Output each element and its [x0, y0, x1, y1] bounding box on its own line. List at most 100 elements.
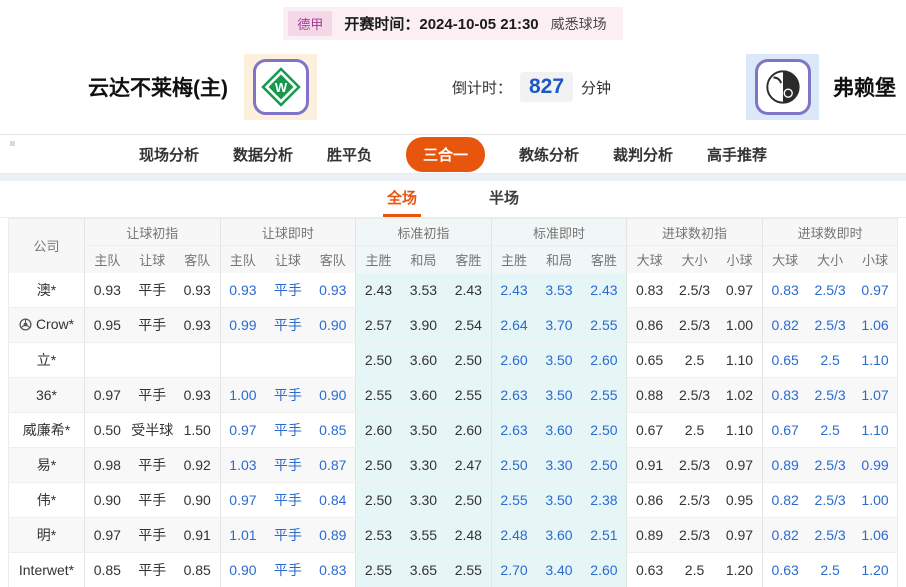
company-name: 明* [36, 527, 57, 543]
sub-header: 大小 [807, 245, 853, 273]
sub-header: 大球 [761, 245, 808, 273]
company-cell[interactable]: 易* [8, 447, 85, 483]
tab-referee-analysis[interactable]: 裁判分析 [613, 144, 673, 165]
odds-table: 公司 让球初指 让球即时 标准初指 标准即时 进球数初指 进球数即时 主队 让球 客队 主队 让球 客队… [8, 218, 899, 587]
odds-cell: 1.20 [717, 552, 763, 587]
tab-three-in-one[interactable]: 三合一 [405, 136, 485, 172]
odds-cell: 2.50 [490, 447, 537, 483]
venue-label: 威悉球场 [550, 15, 607, 32]
odds-cell: 1.03 [219, 447, 266, 483]
tab-full-time[interactable]: 全场 [382, 187, 421, 217]
odds-cell: 0.89 [310, 517, 356, 553]
odds-cell: 2.50 [581, 447, 627, 483]
kickoff-label: 开赛时间： [344, 16, 420, 33]
odds-cell: 2.5/3 [671, 447, 718, 483]
odds-cell: 0.50 [83, 412, 130, 448]
odds-cell: 2.55 [355, 552, 401, 587]
odds-cell: 3.60 [400, 342, 446, 378]
odds-cell: 0.97 [83, 517, 130, 553]
odds-cell: 0.90 [310, 307, 356, 343]
odds-cell: 1.00 [717, 307, 763, 343]
company-cell[interactable]: 伟* [8, 482, 85, 518]
odds-cell: 0.86 [626, 482, 672, 518]
odds-cell: 2.50 [355, 447, 401, 483]
odds-cell: 2.5/3 [807, 517, 853, 553]
odds-cell: 2.5 [807, 342, 853, 378]
odds-cell: 平手 [265, 482, 311, 518]
match-info-inner: 德甲 开赛时间：2024-10-05 21:30 威悉球场 [283, 7, 623, 40]
odds-cell: 2.5/3 [807, 447, 853, 483]
odds-cell: 2.60 [581, 552, 627, 587]
company-name: 立* [36, 352, 57, 368]
tab-expert-picks[interactable]: 高手推荐 [707, 144, 767, 165]
odds-cell: 0.65 [626, 342, 672, 378]
odds-cell: 3.50 [400, 412, 446, 448]
tab-win-draw-lose[interactable]: 胜平负 [327, 144, 372, 165]
countdown-label: 倒计时： [451, 79, 512, 97]
tab-coach-analysis[interactable]: 教练分析 [519, 144, 579, 165]
odds-cell: 2.5 [671, 552, 718, 587]
company-column-header: 公司 [8, 218, 85, 273]
odds-cell: 1.06 [852, 517, 898, 553]
company-cell[interactable]: 澳* [8, 272, 85, 308]
league-badge: 德甲 [288, 11, 333, 36]
odds-cell: 平手 [265, 377, 311, 413]
odds-cell: 2.5 [671, 342, 718, 378]
odds-cell: 0.93 [174, 272, 221, 308]
odds-cell: 0.93 [83, 272, 130, 308]
odds-cell: 3.70 [536, 307, 582, 343]
company-name: 36* [35, 387, 58, 403]
odds-cell: 1.10 [717, 342, 763, 378]
company-name: 澳* [36, 281, 57, 298]
odds-cell: 0.91 [174, 517, 221, 553]
tab-half-time[interactable]: 半场 [485, 187, 523, 217]
odds-cell: 2.43 [355, 272, 401, 308]
company-cell[interactable]: Crow* [8, 307, 85, 343]
odds-cell: 0.84 [310, 482, 356, 518]
countdown-unit: 分钟 [581, 79, 612, 97]
odds-cell: 0.88 [626, 377, 672, 413]
odds-cell: 平手 [265, 272, 311, 308]
odds-cell: 3.65 [400, 552, 446, 587]
odds-cell: 3.53 [536, 272, 582, 308]
odds-cell: 2.5/3 [807, 482, 853, 518]
odds-cell: 2.43 [581, 272, 627, 308]
company-cell[interactable]: 立* [8, 342, 85, 378]
company-cell[interactable]: 明* [8, 517, 85, 553]
odds-cell: 平手 [129, 482, 175, 518]
odds-cell [219, 342, 266, 378]
home-team-logo: W [244, 54, 317, 120]
table-row: 明* 0.97 平手 0.91 1.01 平手 0.89 2.53 3.55 2.48 2.48 3.… [8, 517, 898, 553]
group-header-4: 进球数初指 [626, 218, 763, 246]
group-header-0: 让球初指 [84, 218, 221, 246]
odds-cell [129, 342, 175, 378]
table-row: 36* 0.97 平手 0.93 1.00 平手 0.90 2.55 3.60 2.55 2.63 3… [8, 377, 898, 413]
sub-header: 让球 [265, 245, 311, 273]
odds-cell: 平手 [129, 272, 175, 308]
odds-cell: 0.93 [174, 377, 221, 413]
odds-cell: 0.97 [717, 447, 763, 483]
odds-cell: 平手 [265, 517, 311, 553]
tab-live-analysis[interactable]: 现场分析 [139, 144, 199, 165]
odds-cell: 0.99 [852, 447, 898, 483]
section-divider [0, 174, 906, 181]
odds-cell: 1.20 [852, 552, 898, 587]
tab-data-analysis[interactable]: 数据分析 [233, 144, 293, 165]
odds-cell: 0.97 [83, 377, 130, 413]
odds-cell: 0.63 [626, 552, 672, 587]
sub-header: 客胜 [446, 245, 492, 273]
company-cell[interactable]: Interwet* [8, 552, 85, 587]
odds-cell: 0.85 [83, 552, 130, 587]
odds-cell: 2.50 [446, 482, 492, 518]
odds-cell: 2.50 [581, 412, 627, 448]
odds-cell: 1.06 [852, 307, 898, 343]
odds-cell: 2.53 [355, 517, 401, 553]
odds-cell: 0.97 [219, 412, 266, 448]
odds-cell: 平手 [265, 412, 311, 448]
odds-cell: 0.90 [83, 482, 130, 518]
company-cell[interactable]: 36* [8, 377, 85, 413]
odds-cell: 2.64 [490, 307, 537, 343]
company-cell[interactable]: 威廉希* [8, 412, 85, 448]
odds-cell: 3.60 [536, 517, 582, 553]
away-team-logo [746, 54, 819, 120]
